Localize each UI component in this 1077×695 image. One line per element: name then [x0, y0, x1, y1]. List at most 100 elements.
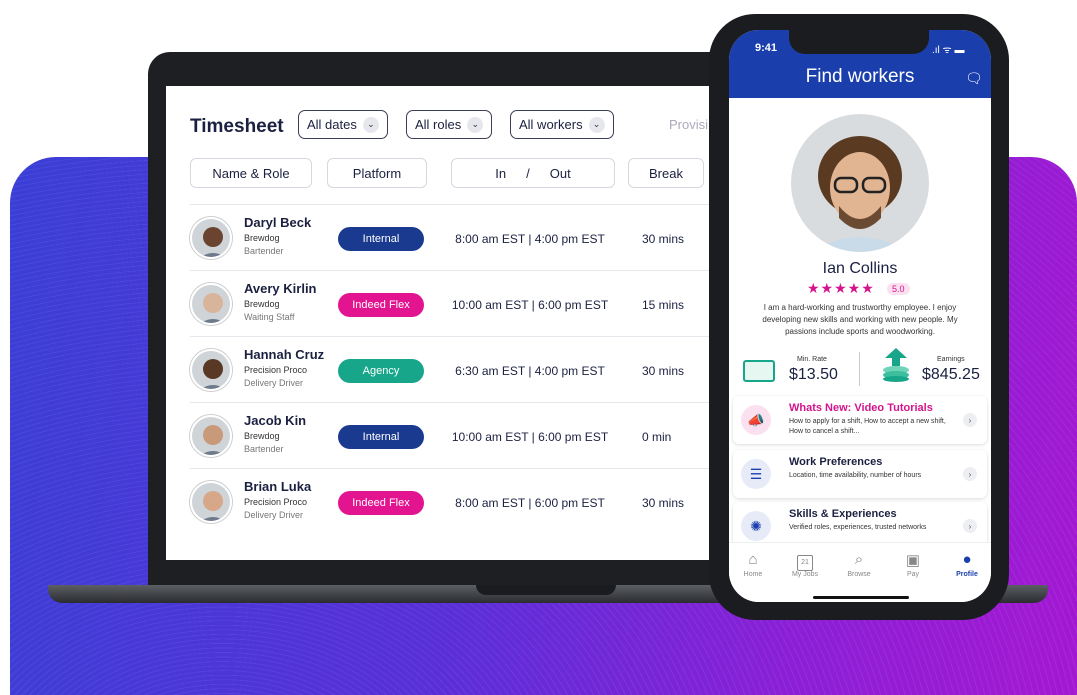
- chevron-down-icon: ⌄: [362, 116, 379, 133]
- chevron-down-icon: ⌄: [588, 116, 605, 133]
- break-duration: 15 mins: [642, 298, 685, 312]
- worker-role: Bartender: [244, 246, 284, 256]
- worker-company: Precision Proco: [244, 497, 308, 507]
- chevron-down-icon: ⌄: [467, 116, 484, 133]
- status-time: 9:41: [755, 42, 778, 54]
- min-rate-label: Min. Rate: [797, 356, 827, 363]
- avatar: [190, 283, 232, 325]
- avatar: [190, 349, 232, 391]
- table-row[interactable]: Brian Luka Precision Proco Delivery Driv…: [190, 468, 726, 534]
- column-in: In: [495, 165, 507, 181]
- worker-role: Waiting Staff: [244, 312, 295, 322]
- worker-role: Delivery Driver: [244, 510, 304, 520]
- worker-name: Jacob Kin: [244, 413, 307, 428]
- tab-label: Browse: [847, 571, 871, 578]
- shift-time: 8:00 am EST | 4:00 pm EST: [455, 232, 605, 246]
- page-title: Timesheet: [190, 116, 284, 137]
- tab-label: My Jobs: [791, 571, 819, 578]
- platform-badge: Internal: [338, 227, 424, 251]
- earnings-value: $845.25: [922, 366, 980, 383]
- avatar: [190, 217, 232, 259]
- provisional-label: Provisi: [669, 117, 709, 132]
- tab-label: Pay: [906, 571, 920, 578]
- break-duration: 0 min: [642, 430, 672, 444]
- tab-label: Home: [743, 571, 763, 578]
- avatar: [190, 415, 232, 457]
- megaphone-icon: 📣: [741, 405, 771, 435]
- earnings-icon: [881, 348, 911, 382]
- tab-pay[interactable]: ▣ Pay: [889, 551, 937, 578]
- card-subtitle: How to apply for a shift, How to accept …: [789, 418, 946, 435]
- column-separator: /: [526, 165, 530, 181]
- chevron-right-icon: ›: [963, 413, 977, 427]
- chevron-right-icon: ›: [963, 519, 977, 533]
- filter-roles[interactable]: All roles ⌄: [406, 110, 493, 139]
- tab-my-jobs[interactable]: 21 My Jobs: [781, 551, 829, 578]
- worker-name: Avery Kirlin: [244, 281, 317, 296]
- earnings-label: Earnings: [937, 356, 965, 363]
- shift-time: 8:00 am EST | 6:00 pm EST: [455, 496, 605, 510]
- worker-company: Precision Proco: [244, 365, 308, 375]
- worker-role: Delivery Driver: [244, 378, 304, 388]
- star-rating-icon: ★★★★★: [807, 280, 875, 296]
- card-subtitle: Verified roles, experiences, trusted net…: [789, 524, 927, 531]
- tab-profile[interactable]: ● Profile: [943, 551, 991, 578]
- worker-company: Brewdog: [244, 431, 280, 441]
- money-icon: [743, 360, 775, 382]
- column-platform[interactable]: Platform: [327, 158, 427, 188]
- card-title: Work Preferences: [789, 456, 883, 468]
- chat-icon[interactable]: 🗨: [965, 70, 983, 87]
- column-break[interactable]: Break: [628, 158, 704, 188]
- table-row[interactable]: Daryl Beck Brewdog Bartender Internal 8:…: [190, 204, 726, 270]
- worker-role: Bartender: [244, 444, 284, 454]
- home-icon: ⌂: [748, 551, 758, 568]
- stats-divider: [859, 352, 860, 386]
- shift-time: 10:00 am EST | 6:00 pm EST: [451, 430, 609, 444]
- platform-badge: Indeed Flex: [338, 293, 424, 317]
- shift-time: 10:00 am EST | 6:00 pm EST: [451, 298, 609, 312]
- worker-company: Brewdog: [244, 233, 280, 243]
- column-in-out[interactable]: In / Out: [451, 158, 615, 188]
- card-title: Whats New: Video Tutorials: [789, 402, 933, 414]
- pay-icon: ▣: [905, 552, 921, 569]
- profile-icon: ●: [962, 551, 972, 568]
- phone-title: Find workers: [805, 66, 915, 87]
- calendar-icon: 21: [781, 551, 829, 571]
- platform-badge: Indeed Flex: [338, 491, 424, 515]
- home-indicator: [813, 596, 909, 599]
- filter-label: All roles: [415, 117, 462, 132]
- tab-home[interactable]: ⌂ Home: [729, 551, 777, 578]
- card-video-tutorials[interactable]: 📣 Whats New: Video Tutorials How to appl…: [733, 396, 987, 444]
- table-row[interactable]: Avery Kirlin Brewdog Waiting Staff Indee…: [190, 270, 726, 336]
- tab-browse[interactable]: ⌕ Browse: [835, 551, 883, 578]
- search-icon: ⌕: [854, 551, 864, 568]
- table-row[interactable]: Jacob Kin Brewdog Bartender Internal 10:…: [190, 402, 726, 468]
- profile-bio: I am a hard-working and trustworthy empl…: [762, 303, 958, 336]
- tab-label: Profile: [956, 571, 978, 578]
- chevron-right-icon: ›: [963, 467, 977, 481]
- worker-name: Daryl Beck: [244, 215, 312, 230]
- min-rate-value: $13.50: [789, 366, 838, 383]
- rating-badge: 5.0: [887, 283, 910, 295]
- phone-header: 9:41 .ıl ᯤ ▬ Find workers 🗨: [729, 30, 991, 98]
- laptop-notch: [476, 585, 616, 595]
- card-title: Skills & Experiences: [789, 508, 897, 520]
- table-row[interactable]: Hannah Cruz Precision Proco Delivery Dri…: [190, 336, 726, 402]
- card-work-preferences[interactable]: ☰ Work Preferences Location, time availa…: [733, 450, 987, 498]
- filter-workers[interactable]: All workers ⌄: [510, 110, 614, 139]
- status-icons: .ıl ᯤ ▬: [932, 45, 965, 56]
- filter-dates[interactable]: All dates ⌄: [298, 110, 388, 139]
- filter-label: All dates: [307, 117, 357, 132]
- break-duration: 30 mins: [642, 232, 685, 246]
- shift-time: 6:30 am EST | 4:00 pm EST: [455, 364, 605, 378]
- dynamic-island: [789, 30, 929, 54]
- column-name-role[interactable]: Name & Role: [190, 158, 312, 188]
- lightbulb-icon: ✺: [741, 511, 771, 541]
- platform-badge: Internal: [338, 425, 424, 449]
- card-subtitle: Location, time availability, number of h…: [789, 472, 922, 479]
- bottom-tab-bar: ⌂ Home 21 My Jobs ⌕ Browse ▣ Pay ● Profile: [729, 542, 991, 602]
- worker-company: Brewdog: [244, 299, 280, 309]
- worker-name: Brian Luka: [244, 479, 312, 494]
- timesheet-screen: Timesheet All dates ⌄ All roles ⌄ All work…: [166, 86, 726, 560]
- profile-name: Ian Collins: [822, 260, 898, 277]
